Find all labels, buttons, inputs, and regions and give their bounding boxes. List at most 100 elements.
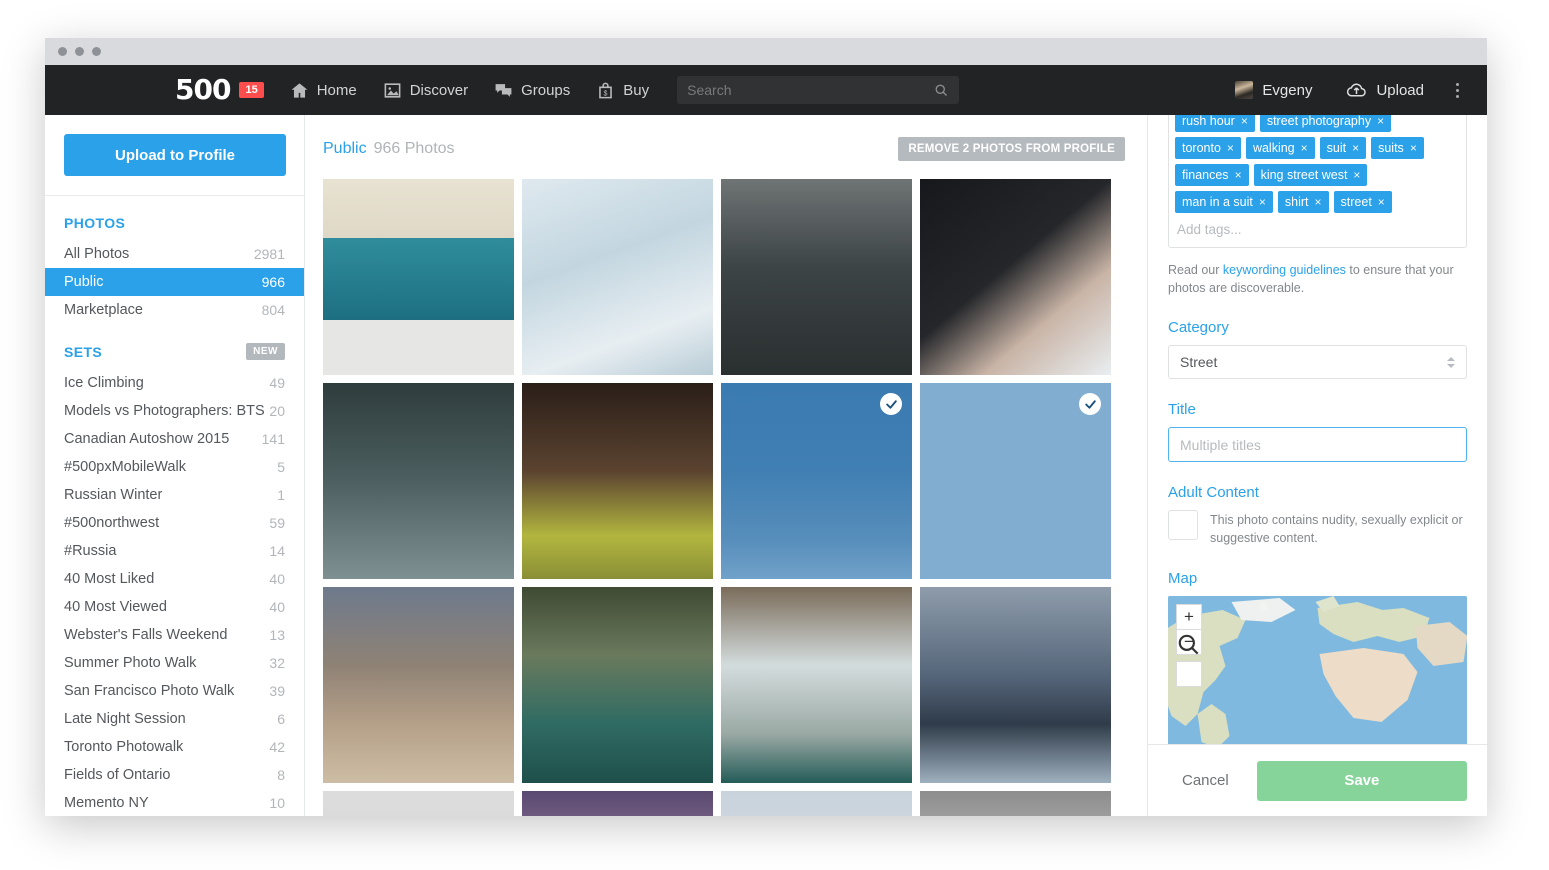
sidebar-item-public[interactable]: Public 966: [45, 268, 304, 296]
tag-remove-icon[interactable]: ×: [1259, 195, 1266, 209]
sidebar-set-item[interactable]: Models vs Photographers: BTS 20: [45, 397, 304, 425]
sidebar-set-item[interactable]: #500northwest 59: [45, 509, 304, 537]
photo-count-label: 966 Photos: [373, 140, 455, 157]
save-button[interactable]: Save: [1256, 760, 1467, 801]
sidebar-item-marketplace[interactable]: Marketplace 804: [45, 296, 304, 324]
sidebar-set-item[interactable]: 40 Most Liked 40: [45, 565, 304, 593]
panel-scroll-area[interactable]: gentleman×king street×male×rush hour×str…: [1148, 115, 1487, 744]
notification-badge[interactable]: 15: [239, 82, 264, 98]
photo-thumbnail[interactable]: [522, 179, 713, 375]
photo-thumbnail[interactable]: [323, 791, 514, 816]
adult-content-checkbox[interactable]: [1168, 510, 1198, 541]
tag-chip[interactable]: shirt ×: [1277, 191, 1329, 213]
set-label: Toronto Photowalk: [64, 739, 184, 755]
nav-item-groups[interactable]: Groups: [494, 81, 570, 100]
upload-to-profile-button[interactable]: Upload to Profile: [64, 134, 286, 176]
breadcrumb-public[interactable]: Public: [323, 140, 367, 158]
photo-thumbnail[interactable]: [323, 179, 514, 375]
tag-chip[interactable]: suits ×: [1371, 137, 1424, 159]
photo-thumbnail[interactable]: [721, 791, 912, 816]
sidebar-set-item[interactable]: #Russia 14: [45, 537, 304, 565]
tag-chip[interactable]: man in a suit ×: [1175, 191, 1273, 213]
chat-bubbles-icon: [495, 83, 512, 97]
sidebar-set-item[interactable]: Canadian Autoshow 2015 141: [45, 425, 304, 453]
photo-thumbnail[interactable]: [323, 587, 514, 783]
home-icon: [291, 82, 308, 98]
nav-item-home[interactable]: Home: [290, 81, 357, 100]
tag-chip[interactable]: rush hour ×: [1175, 115, 1255, 132]
window-close-button[interactable]: [58, 47, 67, 56]
search-box[interactable]: [677, 76, 960, 104]
window-minimize-button[interactable]: [75, 47, 84, 56]
tag-remove-icon[interactable]: ×: [1227, 141, 1234, 155]
tag-remove-icon[interactable]: ×: [1353, 168, 1360, 182]
sidebar-set-item[interactable]: Toronto Photowalk 42: [45, 733, 304, 761]
tag-chip[interactable]: street ×: [1333, 191, 1392, 213]
adult-content-row: This photo contains nudity, sexually exp…: [1168, 510, 1467, 547]
photo-image: [920, 587, 1111, 783]
photo-thumbnail[interactable]: [522, 791, 713, 816]
main-content: Public 966 Photos REMOVE 2 PHOTOS FROM P…: [305, 115, 1147, 816]
tag-remove-icon[interactable]: ×: [1241, 115, 1248, 128]
photo-thumbnail[interactable]: [323, 383, 514, 579]
window-maximize-button[interactable]: [92, 47, 101, 56]
nav-item-discover[interactable]: Discover: [383, 81, 468, 100]
tag-remove-icon[interactable]: ×: [1301, 141, 1308, 155]
photo-thumbnail[interactable]: [522, 587, 713, 783]
tag-remove-icon[interactable]: ×: [1410, 141, 1417, 155]
photo-selected-checkmark[interactable]: [880, 393, 902, 415]
set-count: 6: [277, 711, 285, 727]
tags-input-container[interactable]: gentleman×king street×male×rush hour×str…: [1168, 115, 1467, 248]
cancel-button[interactable]: Cancel: [1168, 772, 1243, 789]
category-select[interactable]: Street: [1168, 345, 1467, 380]
search-icon[interactable]: [934, 83, 949, 98]
sidebar-set-item[interactable]: Memento NY 10: [45, 789, 304, 816]
location-map[interactable]: + −: [1168, 595, 1467, 744]
sidebar-set-item[interactable]: 40 Most Viewed 40: [45, 593, 304, 621]
photo-thumbnail[interactable]: [522, 383, 713, 579]
tag-remove-icon[interactable]: ×: [1378, 195, 1385, 209]
photo-thumbnail[interactable]: [920, 791, 1111, 816]
photo-thumbnail[interactable]: [920, 383, 1111, 579]
search-input[interactable]: [687, 82, 935, 98]
content-header: Public 966 Photos REMOVE 2 PHOTOS FROM P…: [305, 115, 1147, 161]
tag-remove-icon[interactable]: ×: [1377, 115, 1384, 128]
tag-chip[interactable]: finances ×: [1175, 164, 1249, 186]
window-titlebar: [45, 38, 1487, 65]
sidebar-set-item[interactable]: Fields of Ontario 8: [45, 761, 304, 789]
sidebar-set-item[interactable]: Late Night Session 6: [45, 705, 304, 733]
sidebar-set-item[interactable]: Ice Climbing 49: [45, 369, 304, 397]
sidebar-set-item[interactable]: Summer Photo Walk 32: [45, 649, 304, 677]
photo-image: [323, 383, 514, 579]
photo-thumbnail[interactable]: [920, 587, 1111, 783]
tag-remove-icon[interactable]: ×: [1315, 195, 1322, 209]
photo-thumbnail[interactable]: [721, 383, 912, 579]
tag-chip[interactable]: toronto ×: [1175, 137, 1241, 159]
photo-thumbnail[interactable]: [721, 179, 912, 375]
tag-label: street: [1340, 195, 1372, 209]
tag-chip[interactable]: walking ×: [1245, 137, 1315, 159]
sidebar-set-item[interactable]: Webster's Falls Weekend 13: [45, 621, 304, 649]
photo-thumbnail[interactable]: [920, 179, 1111, 375]
tag-chip[interactable]: street photography ×: [1259, 115, 1392, 132]
more-options-icon[interactable]: [1452, 79, 1463, 102]
map-search-button[interactable]: [1176, 634, 1202, 687]
upload-button[interactable]: Upload: [1346, 80, 1424, 101]
remove-photos-from-profile-button[interactable]: REMOVE 2 PHOTOS FROM PROFILE: [898, 137, 1125, 161]
tag-remove-icon[interactable]: ×: [1235, 168, 1242, 182]
user-menu[interactable]: Evgeny: [1235, 81, 1312, 99]
title-input[interactable]: [1168, 427, 1467, 463]
photo-thumbnail[interactable]: [721, 587, 912, 783]
site-logo[interactable]: 500 15: [175, 76, 264, 104]
tag-chip[interactable]: suit ×: [1319, 137, 1367, 159]
tag-remove-icon[interactable]: ×: [1352, 141, 1359, 155]
keywording-guidelines-link[interactable]: keywording guidelines: [1223, 263, 1346, 277]
sidebar-item-all-photos[interactable]: All Photos 2981: [45, 240, 304, 268]
photo-selected-checkmark[interactable]: [1079, 393, 1101, 415]
nav-item-buy[interactable]: $ Buy: [596, 81, 649, 100]
sidebar-set-item[interactable]: San Francisco Photo Walk 39: [45, 677, 304, 705]
add-tags-input[interactable]: [1175, 218, 1460, 241]
sidebar-set-item[interactable]: #500pxMobileWalk 5: [45, 453, 304, 481]
sidebar-set-item[interactable]: Russian Winter 1: [45, 481, 304, 509]
tag-chip[interactable]: king street west ×: [1253, 164, 1368, 186]
